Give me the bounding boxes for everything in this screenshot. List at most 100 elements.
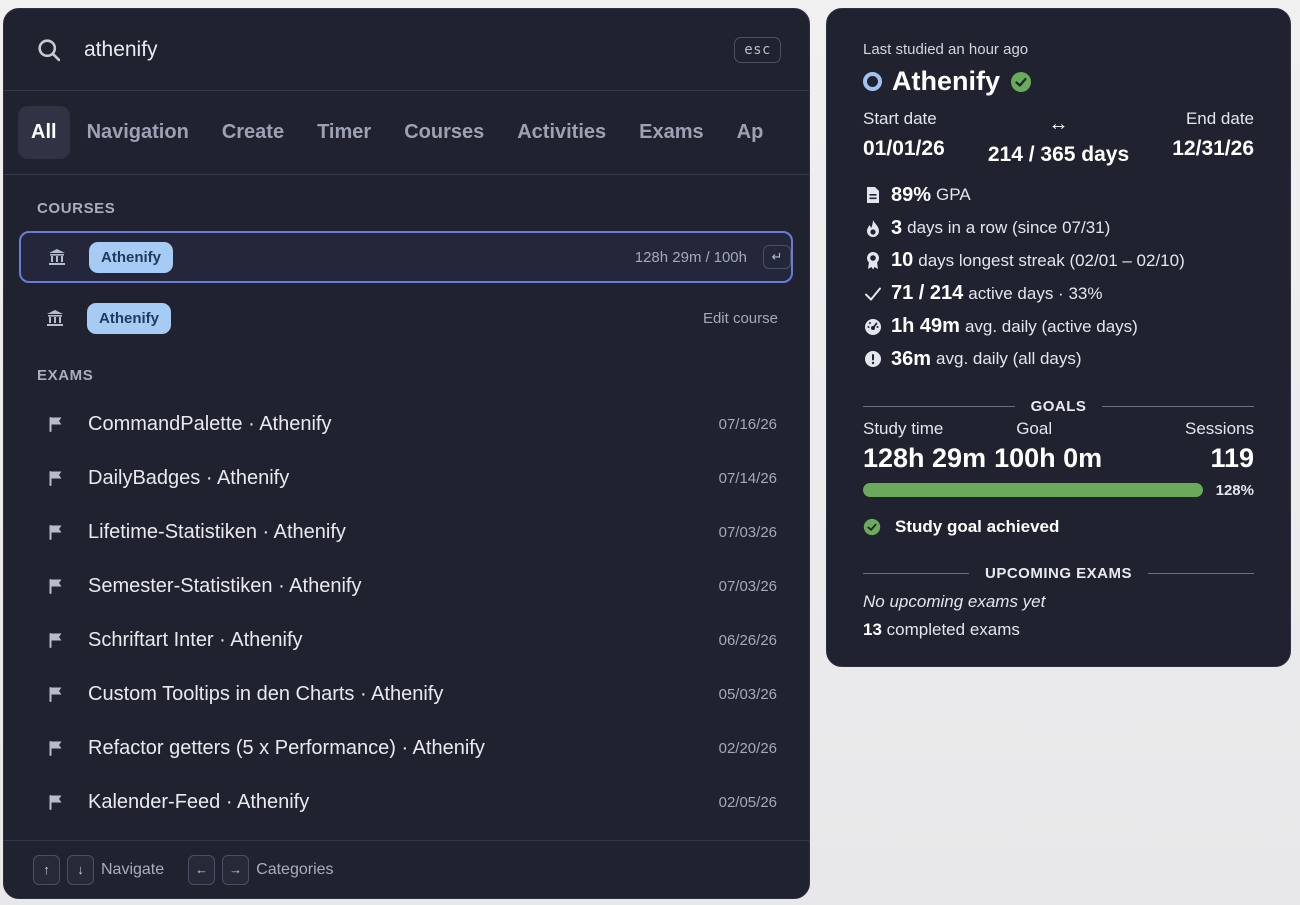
exam-title: Schriftart Inter · Athenify	[88, 628, 303, 651]
study-time-value: 128h 29m	[863, 442, 987, 473]
tab-all[interactable]: All	[18, 106, 70, 159]
completed-exams-label: completed exams	[886, 619, 1020, 639]
upcoming-exams-divider: UPCOMING EXAMS	[863, 564, 1255, 582]
upcoming-exams-title: UPCOMING EXAMS	[985, 564, 1133, 582]
goals-title: GOALS	[1030, 397, 1087, 415]
exam-date: 05/03/26	[718, 685, 777, 703]
no-upcoming-exams-text: No upcoming exams yet	[863, 591, 1046, 611]
goals-divider: GOALS	[863, 398, 1254, 415]
bank-icon	[45, 309, 65, 327]
flag-icon	[46, 794, 66, 811]
tab-apps[interactable]: Ap	[721, 106, 780, 159]
exam-title: Semester-Statistiken · Athenify	[88, 574, 362, 597]
end-date-label: End date	[1185, 109, 1254, 128]
goals-header-row: Study time Goal Sessions	[863, 419, 1254, 439]
flag-icon	[46, 740, 66, 757]
avg-all-label: avg. daily (all days)	[936, 349, 1082, 369]
avg-all-stat: 36m avg. daily (all days)	[863, 343, 1254, 376]
streak-value: 3	[891, 216, 903, 239]
course-color-ring-icon	[863, 72, 882, 91]
section-label-courses: COURSES	[37, 200, 116, 217]
exam-result-item[interactable]: CommandPalette · Athenify 07/16/26	[4, 397, 809, 451]
alert-circle-icon	[863, 349, 883, 369]
avg-all-value: 36m	[891, 347, 932, 370]
course-stats-card: Last studied an hour ago Athenify Start …	[826, 8, 1291, 667]
exam-result-item[interactable]: Schriftart Inter · Athenify 06/26/26	[4, 613, 809, 667]
exam-title: Kalender-Feed · Athenify	[88, 790, 310, 813]
arrow-up-key: ↑	[33, 854, 60, 885]
date-range-arrow-icon: ↔	[1048, 113, 1069, 135]
exam-title: Custom Tooltips in den Charts · Athenify	[88, 682, 444, 705]
exam-title: DailyBadges · Athenify	[88, 466, 290, 489]
goal-progress-track	[863, 483, 1203, 498]
exam-title: Refactor getters (5 x Performance) · Ath…	[88, 736, 485, 759]
gpa-label: GPA	[936, 185, 971, 205]
goal-progress: 128%	[863, 482, 1254, 499]
gpa-stat: 89% GPA	[863, 179, 1254, 212]
search-input[interactable]	[84, 37, 735, 62]
exam-result-item[interactable]: Custom Tooltips in den Charts · Athenify…	[4, 667, 809, 721]
arrow-left-key: ←	[188, 854, 216, 885]
active-days-stat: 71 / 214 active days · 33%	[863, 277, 1254, 310]
flag-icon	[46, 470, 66, 487]
active-days-label: active days · 33%	[968, 283, 1103, 303]
flame-icon	[863, 218, 883, 238]
exam-result-item[interactable]: DailyBadges · Athenify 07/14/26	[4, 451, 809, 505]
tab-navigation[interactable]: Navigation	[71, 106, 205, 159]
exam-date: 07/16/26	[718, 415, 777, 433]
exam-result-item[interactable]: Semester-Statistiken · Athenify 07/03/26	[4, 559, 809, 613]
exam-result-item[interactable]: Refactor getters (5 x Performance) · Ath…	[4, 721, 809, 775]
exam-title: CommandPalette · Athenify	[88, 412, 332, 435]
tab-exams[interactable]: Exams	[623, 106, 720, 159]
end-date-value: 12/31/26	[1172, 137, 1254, 160]
end-date-block: End date 12/31/26	[1172, 109, 1254, 167]
stat-list: 89% GPA 3 days in a row (since 07/31) 10…	[863, 179, 1254, 376]
goal-label: Goal	[1016, 418, 1053, 438]
course-result-item[interactable]: Athenify Edit course	[19, 292, 793, 344]
course-result-item[interactable]: Athenify 128h 29m / 100h ↵	[19, 231, 793, 283]
course-goal-value: 100h	[713, 248, 747, 266]
tab-timer[interactable]: Timer	[301, 106, 387, 159]
sessions-label: Sessions	[1185, 418, 1254, 438]
navigate-hint-label: Navigate	[101, 860, 165, 878]
tab-activities[interactable]: Activities	[501, 106, 622, 159]
avg-active-value: 1h 49m	[891, 315, 960, 338]
check-circle-icon	[1011, 71, 1031, 92]
exam-result-item[interactable]: Markt-Zeitlinie · Athenify01/28/26	[4, 829, 809, 840]
flag-icon	[46, 578, 66, 595]
gpa-value: 89%	[891, 183, 932, 206]
goal-achieved-row: Study goal achieved	[863, 517, 1254, 537]
command-palette: esc All Navigation Create Timer Courses …	[3, 8, 810, 899]
streak-stat: 3 days in a row (since 07/31)	[863, 212, 1254, 245]
course-chip: Athenify	[87, 302, 171, 334]
categories-hint-label: Categories	[256, 860, 334, 878]
exam-result-item[interactable]: Lifetime-Statistiken · Athenify 07/03/26	[4, 505, 809, 559]
exam-date: 06/26/26	[718, 631, 777, 649]
tab-courses[interactable]: Courses	[388, 106, 500, 159]
study-time-label: Study time	[863, 418, 944, 438]
avg-active-stat: 1h 49m avg. daily (active days)	[863, 310, 1254, 343]
exam-result-item[interactable]: Kalender-Feed · Athenify 02/05/26	[4, 775, 809, 829]
flag-icon	[46, 416, 66, 433]
award-icon	[863, 251, 883, 271]
exam-date: 07/14/26	[718, 469, 777, 487]
start-date-label: Start date	[863, 109, 937, 128]
sessions-value: 119	[1210, 442, 1254, 473]
exam-title: Lifetime-Statistiken · Athenify	[88, 520, 346, 543]
keyboard-hints-footer: ↑ ↓ Navigate ← → Categories	[4, 840, 809, 898]
course-time-value: 128h 29m	[634, 248, 702, 266]
gauge-icon	[863, 317, 883, 337]
esc-key-hint[interactable]: esc	[734, 36, 781, 63]
tab-create[interactable]: Create	[206, 106, 300, 159]
last-studied-text: Last studied an hour ago	[863, 41, 1029, 58]
course-chip: Athenify	[89, 241, 173, 273]
document-icon	[863, 185, 883, 205]
section-label-exams: EXAMS	[37, 367, 94, 384]
goal-achieved-label: Study goal achieved	[895, 516, 1060, 536]
exam-date: 07/03/26	[718, 523, 777, 541]
avg-active-label: avg. daily (active days)	[964, 316, 1138, 336]
category-tabs: All Navigation Create Timer Courses Acti…	[4, 91, 809, 175]
course-meta-separator: /	[705, 248, 710, 266]
start-date-block: Start date 01/01/26	[863, 109, 945, 167]
check-circle-icon	[863, 518, 881, 535]
